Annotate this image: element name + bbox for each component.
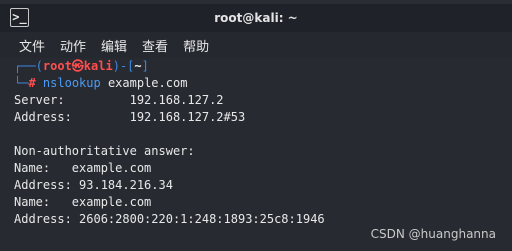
title-bar: >_ root@kali: ~ xyxy=(0,4,512,32)
command-argument: example.com xyxy=(107,76,188,90)
output-line: Server: 192.168.127.2 xyxy=(14,93,224,107)
prompt-path: ~ xyxy=(134,59,142,73)
output-line: Address: 2606:2800:220:1:248:1893:25c8:1… xyxy=(14,212,325,226)
menu-help[interactable]: 帮助 xyxy=(183,36,209,55)
output-line: Name: example.com xyxy=(14,195,152,209)
command-line: └─# nslookup example.com xyxy=(14,75,512,92)
prompt-user-host: root㉿kali xyxy=(42,59,113,73)
watermark: CSDN @huanghanna xyxy=(370,227,496,241)
menu-action[interactable]: 动作 xyxy=(60,36,86,55)
output-line: Address: 192.168.127.2#53 xyxy=(14,110,246,124)
output-line: Address: 93.184.216.34 xyxy=(14,178,173,192)
command-name: nslookup xyxy=(42,76,101,90)
menu-bar: 文件 动作 编辑 查看 帮助 xyxy=(0,32,512,58)
window-title: root@kali: ~ xyxy=(214,11,298,25)
prompt-symbol: # xyxy=(28,76,36,90)
prompt-frame-open: ┌──( xyxy=(14,59,43,73)
output-line: Name: example.com xyxy=(14,161,152,175)
menu-view[interactable]: 查看 xyxy=(142,36,168,55)
terminal-output[interactable]: ┌──(root㉿kali)-[~] └─# nslookup example.… xyxy=(0,58,512,251)
prompt-frame-mid: )-[ xyxy=(112,59,135,73)
prompt-line: ┌──(root㉿kali)-[~] xyxy=(14,58,512,75)
output-line: Non-authoritative answer: xyxy=(14,144,195,158)
prompt-frame-close: ] xyxy=(141,59,149,73)
prompt-frame-bottom: └─ xyxy=(14,76,29,90)
menu-edit[interactable]: 编辑 xyxy=(101,36,127,55)
menu-file[interactable]: 文件 xyxy=(19,36,45,55)
